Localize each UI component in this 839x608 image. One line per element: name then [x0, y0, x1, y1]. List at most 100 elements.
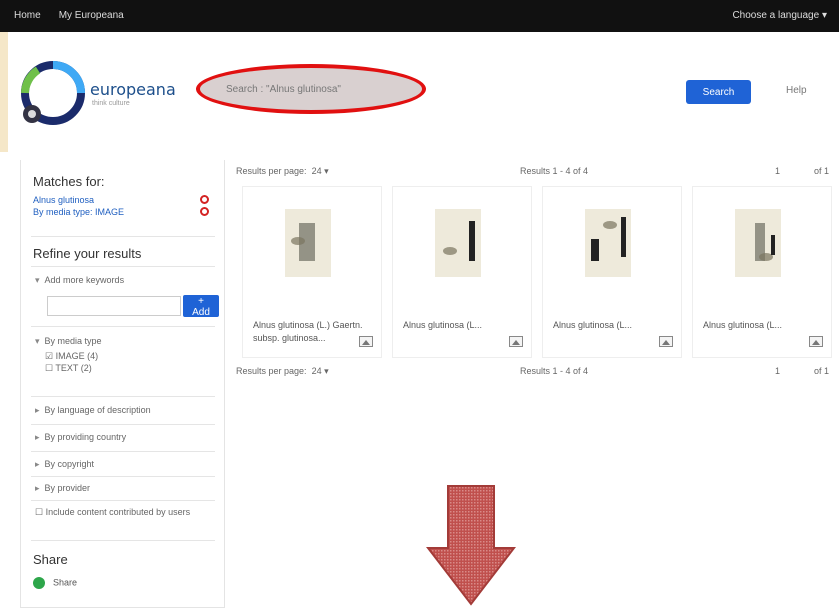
result-thumbnail[interactable] — [585, 209, 631, 277]
divider — [31, 236, 215, 237]
include-label: Include content contributed by users — [45, 507, 191, 517]
image-type-icon — [659, 336, 673, 347]
match-label[interactable]: By media type: IMAGE — [33, 207, 124, 217]
caret-icon: ▸ — [35, 459, 40, 469]
down-arrow-icon — [426, 485, 516, 606]
match-item: Alnus glutinosa — [33, 195, 209, 205]
logo-circle-icon — [21, 61, 85, 125]
share-title: Share — [33, 552, 68, 567]
media-option-text[interactable]: ☐ TEXT (2) — [45, 363, 102, 374]
option-label: IMAGE (4) — [55, 351, 99, 361]
results-bar-bottom: Results per page: 24 ▾ Results 1 - 4 of … — [236, 366, 836, 380]
facet-label: By providing country — [44, 432, 127, 442]
match-item: By media type: IMAGE — [33, 207, 209, 217]
image-type-icon — [509, 336, 523, 347]
search-box — [196, 64, 426, 114]
facet-label: By copyright — [44, 459, 95, 469]
divider — [31, 500, 215, 501]
result-caption[interactable]: Alnus glutinosa (L... — [703, 319, 819, 332]
nav-home-link[interactable]: Home — [14, 10, 41, 21]
help-link[interactable]: Help — [786, 85, 807, 96]
facet-language[interactable]: ▸ By language of description — [35, 405, 151, 416]
include-users-checkbox[interactable]: ☐ Include content contributed by users — [35, 506, 215, 518]
thumbnail-leaf — [291, 237, 305, 245]
logo-text: europeana — [90, 80, 176, 99]
result-caption[interactable]: Alnus glutinosa (L... — [553, 319, 669, 332]
result-card[interactable]: Alnus glutinosa (L.) Gaertn. subsp. glut… — [242, 186, 382, 358]
per-page-value: 24 — [311, 166, 322, 176]
caret-icon: ▸ — [35, 483, 40, 493]
europeana-logo[interactable]: europeana think culture — [18, 52, 183, 132]
image-type-icon — [359, 336, 373, 347]
image-type-icon — [809, 336, 823, 347]
facet-media-type[interactable]: ▾ By media type ☑ IMAGE (4) ☐ TEXT (2) — [35, 336, 102, 375]
page-edge — [0, 32, 8, 152]
option-label: TEXT (2) — [55, 363, 92, 373]
share-button[interactable]: Share — [33, 577, 77, 589]
result-caption[interactable]: Alnus glutinosa (L... — [403, 319, 519, 332]
caret-icon: ▸ — [35, 432, 40, 442]
divider — [31, 326, 215, 327]
thumbnail-leaf — [443, 247, 457, 255]
results-bar-top: Results per page: 24 ▾ Results 1 - 4 of … — [236, 166, 836, 180]
add-keywords-toggle[interactable]: ▾ Add more keywords — [35, 275, 124, 286]
chevron-down-icon: ▾ — [819, 10, 827, 21]
divider — [31, 266, 215, 267]
facet-label: By provider — [44, 483, 91, 493]
divider — [31, 540, 215, 541]
thumbnail-label-bar — [621, 217, 626, 257]
result-thumbnail[interactable] — [735, 209, 781, 277]
divider — [31, 396, 215, 397]
search-input[interactable] — [224, 81, 404, 97]
result-card[interactable]: Alnus glutinosa (L... — [692, 186, 832, 358]
per-page-label: Results per page: — [236, 366, 307, 376]
match-label[interactable]: Alnus glutinosa — [33, 195, 94, 205]
page-of: of 1 — [814, 366, 830, 376]
results-per-page[interactable]: Results per page: 24 ▾ — [236, 166, 329, 177]
results-count: Results 1 - 4 of 4 — [520, 366, 589, 376]
divider — [31, 451, 215, 452]
per-page-label: Results per page: — [236, 166, 307, 176]
top-navigation-bar: Home My Europeana Choose a language ▾ — [0, 0, 839, 32]
caret-icon: ▾ — [35, 336, 40, 346]
per-page-value: 24 — [311, 366, 322, 376]
keyword-input[interactable] — [47, 296, 181, 316]
thumbnail-label-bar — [591, 239, 599, 261]
facet-copyright[interactable]: ▸ By copyright — [35, 459, 94, 470]
matches-title: Matches for: — [33, 174, 105, 189]
facet-label: By media type — [44, 336, 102, 346]
refine-title: Refine your results — [33, 246, 142, 261]
caret-icon: ▸ — [35, 405, 40, 415]
logo-subtitle: think culture — [92, 100, 130, 107]
facet-label: By language of description — [44, 405, 151, 415]
result-card[interactable]: Alnus glutinosa (L... — [392, 186, 532, 358]
caret-icon: ▾ — [35, 275, 40, 285]
share-label: Share — [53, 577, 78, 588]
language-selector[interactable]: Choose a language — [732, 10, 819, 21]
nav-my-europeana-link[interactable]: My Europeana — [59, 10, 124, 21]
thumbnail-label-bar — [469, 221, 475, 261]
results-count: Results 1 - 4 of 4 — [520, 166, 589, 176]
search-button[interactable]: Search — [686, 80, 751, 104]
sidebar: Matches for: Alnus glutinosa By media ty… — [20, 160, 225, 608]
facet-country[interactable]: ▸ By providing country — [35, 432, 126, 443]
media-option-image[interactable]: ☑ IMAGE (4) — [45, 351, 102, 362]
remove-circle-icon[interactable] — [200, 195, 209, 204]
results-per-page[interactable]: Results per page: 24 ▾ — [236, 366, 329, 377]
facet-provider[interactable]: ▸ By provider — [35, 483, 90, 494]
thumbnail-label-bar — [771, 235, 775, 255]
divider — [31, 476, 215, 477]
result-card[interactable]: Alnus glutinosa (L... — [542, 186, 682, 358]
page-of: of 1 — [814, 166, 830, 176]
add-keyword-button[interactable]: + Add — [183, 295, 219, 318]
thumbnail-leaf — [603, 221, 617, 229]
page-number[interactable]: 1 — [775, 166, 780, 176]
divider — [31, 424, 215, 425]
page-number[interactable]: 1 — [775, 366, 780, 376]
result-thumbnail[interactable] — [285, 209, 331, 277]
result-thumbnail[interactable] — [435, 209, 481, 277]
add-keywords-label: Add more keywords — [44, 275, 125, 285]
result-caption[interactable]: Alnus glutinosa (L.) Gaertn. subsp. glut… — [253, 319, 369, 345]
remove-circle-icon[interactable] — [200, 207, 209, 216]
share-icon — [33, 577, 45, 589]
